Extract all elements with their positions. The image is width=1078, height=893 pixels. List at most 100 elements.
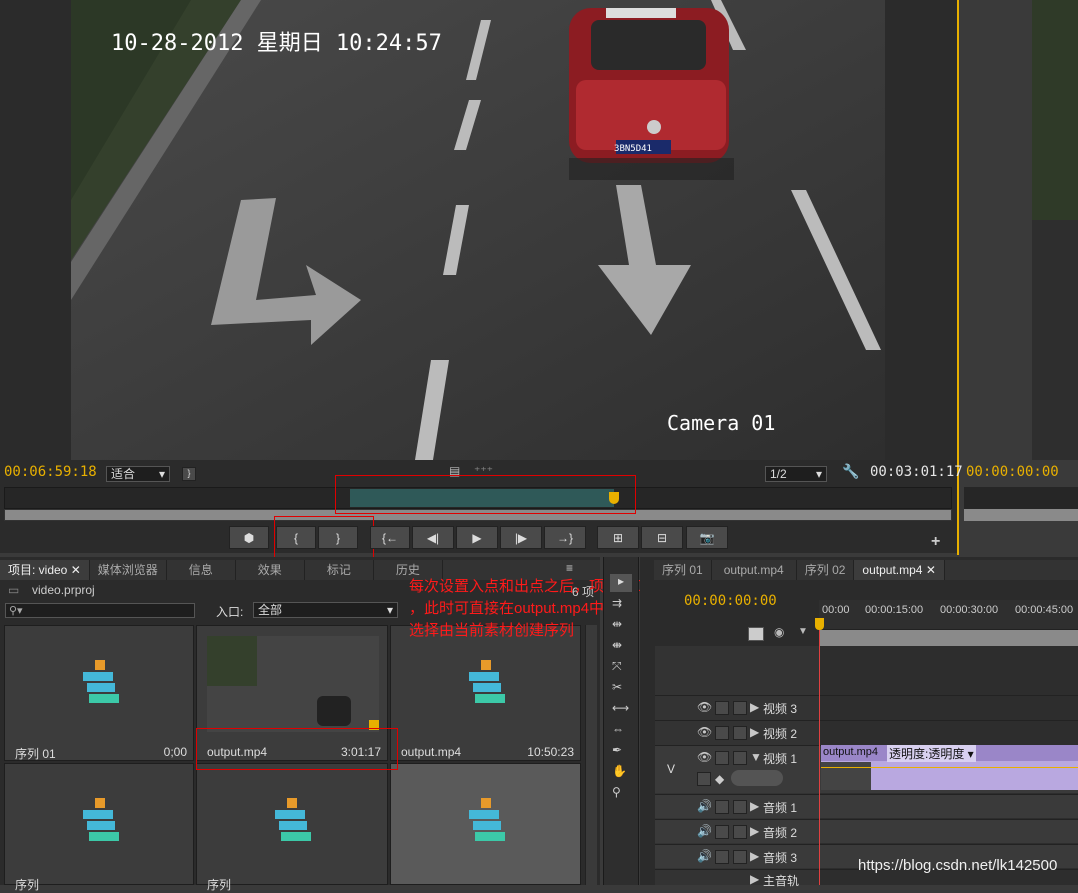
track-lock-icon[interactable] [733, 825, 747, 839]
source-video-frame[interactable]: 3BN5D41 10-28-2012 星期日 10:24:57 Camera 0… [71, 0, 885, 460]
project-item[interactable]: 序列 [4, 763, 194, 892]
track-lock-icon[interactable] [733, 800, 747, 814]
close-icon[interactable]: ✕ [926, 563, 936, 577]
eye-icon[interactable]: 👁 [697, 750, 712, 764]
sync-lock-icon[interactable] [715, 850, 729, 864]
track-lock-icon[interactable] [733, 751, 747, 765]
timeline-current-time[interactable]: 00:00:00:00 [684, 593, 777, 609]
expand-icon[interactable]: ▶ [750, 725, 759, 739]
track-select-tool-icon[interactable]: ⇉ [612, 596, 622, 610]
in-select[interactable]: 全部 ▾ [253, 602, 398, 618]
expand-icon[interactable]: ▶ [750, 700, 759, 714]
play-button[interactable]: ▶ [456, 526, 498, 549]
selection-tool-icon[interactable]: ▸ [610, 574, 632, 592]
go-to-out-button[interactable]: →} [544, 526, 586, 549]
collapse-icon[interactable]: ▼ [750, 750, 762, 764]
work-area-bar[interactable] [819, 630, 1078, 646]
project-scrollbar[interactable] [585, 625, 597, 885]
track-lock-icon[interactable] [733, 701, 747, 715]
overwrite-button[interactable]: ⊟ [641, 526, 683, 549]
timeline-playhead[interactable] [819, 618, 820, 885]
tab-markers[interactable]: 标记 [305, 560, 374, 580]
project-item[interactable]: 序列 01 0;00 [4, 625, 194, 761]
program-current-time[interactable]: 00:00:00:00 [966, 464, 1059, 480]
video-thumbnail [207, 636, 379, 732]
add-marker-icon[interactable]: ▼ [798, 626, 808, 637]
pen-tool-icon[interactable]: ✒ [612, 743, 622, 757]
tab-output-1[interactable]: output.mp4 [712, 560, 797, 580]
go-to-in-button[interactable]: {← [370, 526, 410, 549]
export-frame-button[interactable]: 📷 [686, 526, 728, 549]
panel-menu-icon[interactable]: ≡ [566, 561, 573, 575]
sequence-icon [271, 798, 313, 844]
track-audio-2[interactable]: 🔊 ▶ 音频 2 [655, 819, 1078, 843]
expand-icon[interactable]: ▶ [750, 799, 759, 813]
speaker-icon[interactable]: 🔊 [697, 799, 712, 813]
tab-media-browser[interactable]: 媒体浏览器 [90, 560, 167, 580]
timeline-playhead-handle[interactable] [815, 618, 824, 630]
tab-effects[interactable]: 效果 [236, 560, 305, 580]
eye-icon[interactable]: 👁 [697, 725, 712, 739]
clip-name: output.mp4 [823, 746, 879, 758]
sync-lock-icon[interactable] [715, 726, 729, 740]
zoom-select-label: 适合 [111, 467, 136, 481]
track-audio-1[interactable]: 🔊 ▶ 音频 1 [655, 794, 1078, 818]
track-video-3[interactable]: 👁 ▶ 视频 3 [655, 695, 1078, 719]
resolution-select[interactable]: 1/2 ▾ [765, 466, 827, 482]
settings-icon[interactable]: } [182, 467, 196, 481]
snap-icon[interactable] [748, 627, 764, 641]
slip-tool-icon[interactable]: ⟷ [612, 701, 629, 715]
expand-icon[interactable]: ▶ [750, 849, 759, 863]
tab-sequence-01[interactable]: 序列 01 [654, 560, 712, 580]
sync-lock-icon[interactable] [715, 751, 729, 765]
track-lock-icon[interactable] [733, 726, 747, 740]
ripple-edit-tool-icon[interactable]: ⇹ [612, 617, 622, 631]
track-lock-icon[interactable] [733, 850, 747, 864]
insert-button[interactable]: ⊞ [597, 526, 639, 549]
source-current-time[interactable]: 00:06:59:18 [4, 464, 97, 480]
eye-icon[interactable]: 👁 [697, 700, 712, 714]
program-time-ruler[interactable] [964, 487, 1078, 509]
tab-project[interactable]: 项目: video ✕ [0, 560, 90, 580]
speaker-icon[interactable]: 🔊 [697, 849, 712, 863]
timeline-ruler[interactable]: 00:00 00:00:15:00 00:00:30:00 00:00:45:0… [819, 600, 1078, 630]
project-item[interactable]: 序列 [196, 763, 388, 892]
tab-info[interactable]: 信息 [167, 560, 236, 580]
add-button-icon[interactable]: + [931, 533, 940, 551]
speaker-icon[interactable]: 🔊 [697, 824, 712, 838]
marker-icon[interactable]: ◉ [774, 625, 784, 639]
expand-icon[interactable]: ▶ [750, 824, 759, 838]
wrench-icon[interactable]: 🔧 [842, 463, 859, 480]
program-video-frame[interactable] [1032, 0, 1078, 460]
project-item[interactable] [390, 763, 581, 885]
clip-output[interactable]: output.mp4 透明度:透明度 ▾ [821, 745, 1078, 790]
search-input[interactable]: ⚲▾ [5, 603, 195, 618]
track-video-2[interactable]: 👁 ▶ 视频 2 [655, 720, 1078, 744]
rolling-edit-tool-icon[interactable]: ⇼ [612, 638, 622, 652]
step-forward-button[interactable]: |▶ [500, 526, 542, 549]
step-back-button[interactable]: ◀| [412, 526, 454, 549]
clip-effect-dropdown[interactable]: 透明度:透明度 ▾ [887, 745, 976, 762]
sync-lock-icon[interactable] [715, 701, 729, 715]
program-zoom-bar[interactable] [964, 509, 1078, 521]
tab-sequence-02[interactable]: 序列 02 [797, 560, 855, 580]
rate-stretch-tool-icon[interactable]: ⤧ [612, 659, 622, 674]
zoom-tool-icon[interactable]: ⚲ [612, 785, 621, 799]
slide-tool-icon[interactable]: ⇔ [612, 722, 624, 736]
add-marker-button[interactable]: ⬢ [229, 526, 269, 549]
sequence-icon [79, 660, 121, 706]
in-label: 入口: [216, 605, 244, 619]
sync-lock-icon[interactable] [715, 825, 729, 839]
hand-tool-icon[interactable]: ✋ [612, 764, 627, 778]
tab-output-active[interactable]: output.mp4 ✕ [854, 560, 945, 580]
keyframe-nav[interactable] [731, 770, 783, 786]
keyframe-icon[interactable]: ◆ [715, 772, 724, 786]
close-icon[interactable]: ✕ [71, 563, 81, 577]
zoom-select[interactable]: 适合 ▾ [106, 466, 170, 482]
target-v-label[interactable]: V [667, 762, 675, 776]
expand-icon[interactable]: ▶ [750, 872, 759, 886]
razor-tool-icon[interactable]: ✂ [612, 680, 622, 694]
sync-lock-icon[interactable] [715, 800, 729, 814]
display-style-icon[interactable] [697, 772, 711, 786]
project-item[interactable]: output.mp4 10:50:23 [390, 625, 581, 761]
